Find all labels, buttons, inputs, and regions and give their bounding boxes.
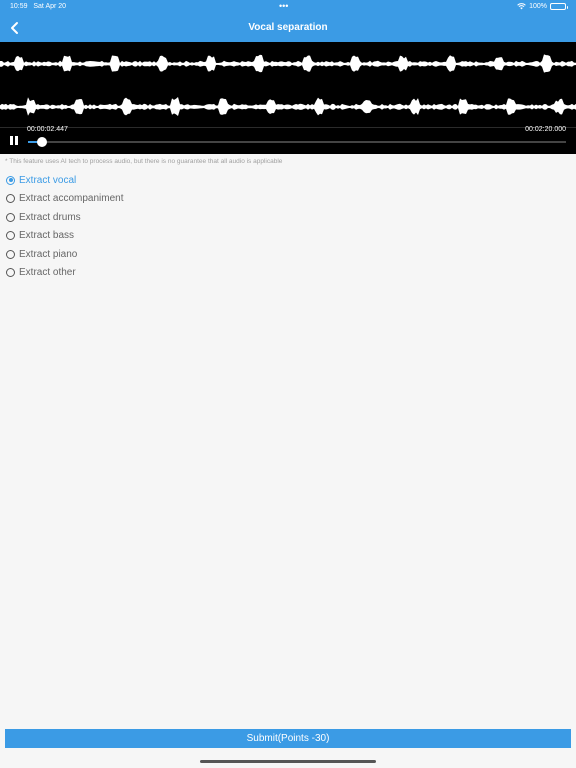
waveform-divider xyxy=(0,127,576,128)
option-label: Extract piano xyxy=(19,248,78,260)
status-indicators: 100% xyxy=(517,2,568,10)
progress-slider[interactable] xyxy=(28,137,566,147)
progress-thumb[interactable] xyxy=(37,137,47,147)
option-label: Extract vocal xyxy=(19,174,77,186)
radio-option[interactable]: Extract piano xyxy=(6,245,124,264)
separation-options: Extract vocal Extract accompaniment Extrac… xyxy=(6,171,124,282)
waveform-top[interactable] xyxy=(0,44,576,84)
submit-button[interactable]: Submit(Points -30) xyxy=(5,729,571,748)
pause-icon[interactable] xyxy=(9,136,19,147)
radio-option[interactable]: Extract accompaniment xyxy=(6,190,124,209)
current-time: 00:00:02.447 xyxy=(27,126,68,133)
radio-option[interactable]: Extract drums xyxy=(6,208,124,227)
page-title: Vocal separation xyxy=(248,22,328,33)
radio-unselected-icon[interactable] xyxy=(6,194,15,204)
total-time: 00:02:20.000 xyxy=(525,126,566,133)
radio-option[interactable]: Extract bass xyxy=(6,227,124,246)
radio-unselected-icon[interactable] xyxy=(6,212,15,222)
navigation-bar: 10:59 Sat Apr 20 ••• 100% Vocal separati… xyxy=(0,0,576,42)
disclaimer-note: * This feature uses AI tech to process a… xyxy=(5,158,283,165)
radio-selected-icon[interactable] xyxy=(6,175,15,185)
status-time: 10:59 Sat Apr 20 xyxy=(10,3,66,10)
option-label: Extract accompaniment xyxy=(19,193,124,205)
status-clock: 10:59 xyxy=(10,3,28,10)
option-label: Extract drums xyxy=(19,211,81,223)
radio-unselected-icon[interactable] xyxy=(6,231,15,241)
battery-percentage: 100% xyxy=(529,2,547,10)
wifi-icon xyxy=(517,3,526,10)
status-date: Sat Apr 20 xyxy=(33,3,67,10)
option-label: Extract other xyxy=(19,267,76,279)
home-indicator[interactable] xyxy=(200,760,376,763)
option-label: Extract bass xyxy=(19,230,75,242)
multitasking-dots-icon[interactable]: ••• xyxy=(279,1,288,11)
waveform-bottom[interactable] xyxy=(0,87,576,127)
radio-option[interactable]: Extract other xyxy=(6,264,124,283)
radio-option[interactable]: Extract vocal xyxy=(6,171,124,190)
battery-icon xyxy=(550,2,568,10)
audio-player: 00:00:02.447 00:02:20.000 xyxy=(0,42,576,154)
radio-unselected-icon[interactable] xyxy=(6,249,15,259)
radio-unselected-icon[interactable] xyxy=(6,268,15,278)
